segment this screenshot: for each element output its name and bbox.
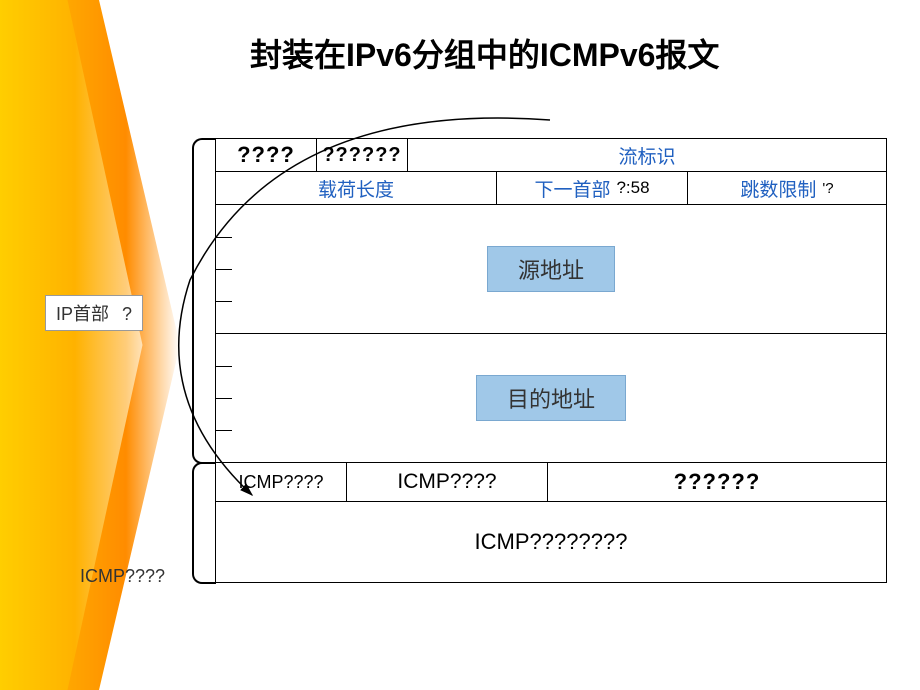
packet-diagram: ???? ?????? 流标识 载荷长度 下一首部 ?:58 跳数限制 '? 源… [215, 138, 887, 583]
hop-limit-field: 跳数限制 '? [688, 172, 886, 204]
ipv6-row1: ???? ?????? 流标识 [215, 138, 887, 171]
next-header-label: 下一首部 [534, 175, 610, 202]
hop-limit-label: 跳数限制 [740, 175, 816, 202]
version-field: ???? [216, 139, 317, 171]
dst-addr-label: 目的地址 [476, 375, 626, 421]
icmp-type-field: ICMP???? [216, 463, 347, 501]
icmp-brace [192, 462, 216, 584]
icmp-header-row: ICMP???? ICMP???? ?????? [215, 462, 887, 501]
hop-limit-q: '? [822, 180, 833, 197]
icmp-data-row: ICMP???????? [215, 501, 887, 583]
icmp-data-field: ICMP???????? [216, 502, 886, 582]
icmp-checksum-field: ?????? [548, 463, 886, 501]
src-addr-block: 源地址 [215, 204, 887, 333]
dst-addr-block: 目的地址 [215, 333, 887, 462]
next-header-field: 下一首部 ?:58 [497, 172, 688, 204]
traffic-class-field: ?????? [317, 139, 408, 171]
slide-title: 封装在IPv6分组中的ICMPv6报文 [250, 30, 719, 76]
next-header-value: ?:58 [616, 178, 649, 198]
flow-label-field: 流标识 [408, 139, 886, 171]
ipv6-row2: 载荷长度 下一首部 ?:58 跳数限制 '? [215, 171, 887, 204]
ip-header-q: ? [122, 304, 132, 324]
ip-header-label: IP首部 [56, 304, 109, 324]
ip-header-label-box: IP首部 ? [45, 295, 143, 331]
src-addr-label: 源地址 [487, 246, 615, 292]
icmp-code-field: ICMP???? [347, 463, 548, 501]
icmp-label-box: ICMP???? [70, 562, 175, 591]
ip-header-brace [192, 138, 216, 464]
payload-length-field: 载荷长度 [216, 172, 497, 204]
